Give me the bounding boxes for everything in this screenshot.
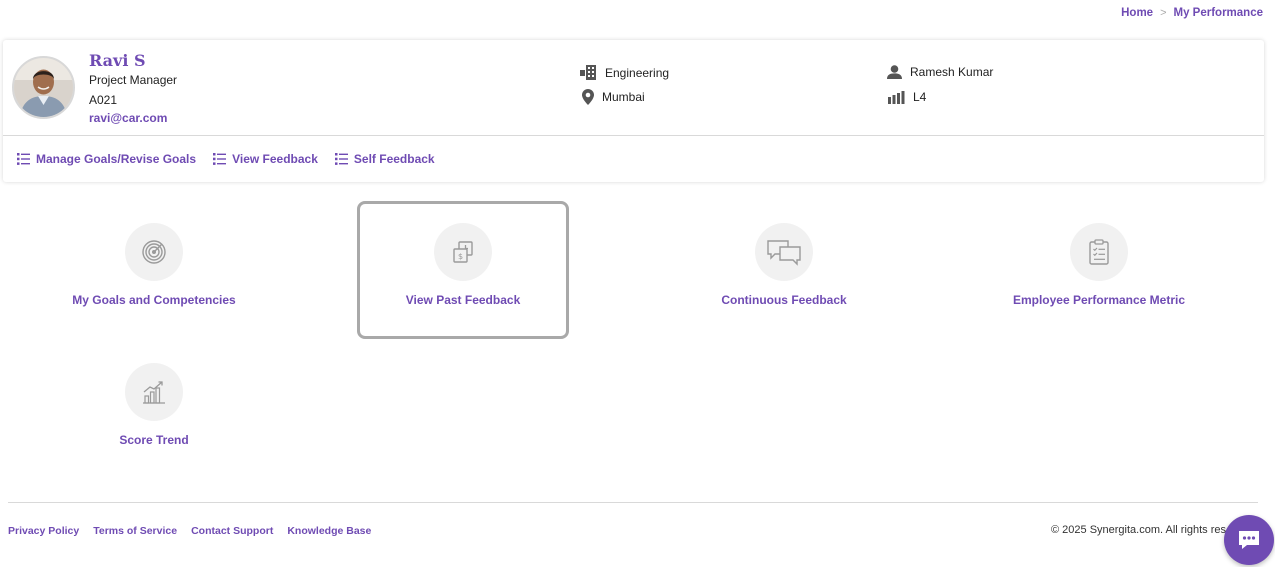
my-performance-page: Home > My Performance Ravi S Project Man… (0, 0, 1275, 567)
knowledge-base-link[interactable]: Knowledge Base (287, 525, 371, 537)
breadcrumb-separator: > (1160, 7, 1167, 19)
person-icon (887, 65, 902, 79)
svg-text:$: $ (458, 252, 463, 261)
tile-continuous-feedback[interactable]: Continuous Feedback (678, 201, 890, 339)
building-icon (580, 65, 596, 80)
employee-profile-card: Ravi S Project Manager A021 ravi@car.com… (3, 40, 1264, 182)
tile-score-trend[interactable]: Score Trend (48, 341, 260, 479)
tile-employee-performance-metric[interactable]: Employee Performance Metric (993, 201, 1205, 339)
target-icon (142, 240, 166, 264)
manage-goals-link[interactable]: Manage Goals/Revise Goals (17, 152, 196, 166)
privacy-policy-link[interactable]: Privacy Policy (8, 525, 79, 537)
chat-support-button[interactable] (1224, 515, 1274, 565)
employee-name: Ravi S (89, 51, 146, 70)
list-icon (17, 153, 30, 165)
manage-goals-label: Manage Goals/Revise Goals (36, 152, 197, 166)
profile-summary: Ravi S Project Manager A021 ravi@car.com… (3, 40, 1264, 136)
tile-label: My Goals and Competencies (72, 293, 236, 307)
level-text: L4 (913, 90, 927, 104)
signal-bars-icon (888, 90, 905, 104)
manager-info: Ramesh Kumar (887, 65, 993, 79)
department-info: Engineering (580, 65, 669, 80)
footer-links: Privacy Policy Terms of Service Contact … (8, 525, 371, 537)
tile-icon-circle (1070, 223, 1128, 281)
tile-view-past-feedback[interactable]: $ View Past Feedback (357, 201, 569, 339)
level-info: L4 (888, 90, 926, 104)
employee-email[interactable]: ravi@car.com (89, 111, 167, 125)
tile-icon-circle (125, 223, 183, 281)
tile-icon-circle: $ (434, 223, 492, 281)
tile-icon-circle (125, 363, 183, 421)
location-pin-icon (582, 89, 594, 105)
employee-id: A021 (89, 93, 118, 107)
location-info: Mumbai (582, 89, 645, 105)
breadcrumb-current[interactable]: My Performance (1174, 7, 1263, 19)
breadcrumb-home[interactable]: Home (1121, 7, 1153, 19)
view-feedback-label: View Feedback (232, 152, 318, 166)
contact-support-link[interactable]: Contact Support (191, 525, 273, 537)
tile-label: Score Trend (119, 433, 189, 447)
tile-my-goals-and-competencies[interactable]: My Goals and Competencies (48, 201, 260, 339)
chat-icon (1239, 531, 1259, 549)
location-text: Mumbai (602, 90, 645, 104)
trend-chart-icon (143, 381, 165, 404)
footer-divider (8, 502, 1258, 503)
self-feedback-label: Self Feedback (353, 152, 435, 166)
tile-icon-circle (755, 223, 813, 281)
manager-text: Ramesh Kumar (910, 65, 994, 79)
employee-role: Project Manager (89, 73, 178, 87)
tile-label: Employee Performance Metric (1012, 293, 1186, 307)
breadcrumb: Home > My Performance (1121, 7, 1263, 19)
list-icon (213, 153, 227, 165)
tile-label: Continuous Feedback (721, 293, 847, 307)
terms-of-service-link[interactable]: Terms of Service (93, 525, 177, 537)
chat-bubbles-icon (767, 240, 801, 266)
past-feedback-icon: $ (453, 241, 473, 263)
view-feedback-link[interactable]: View Feedback (213, 152, 318, 166)
avatar-photo-icon (14, 58, 73, 117)
tile-label: View Past Feedback (405, 293, 521, 307)
clipboard-icon (1089, 239, 1109, 265)
copyright-text: © 2025 Synergita.com. All rights reserve… (1051, 524, 1226, 536)
avatar (12, 56, 75, 119)
list-icon (334, 153, 348, 165)
department-text: Engineering (605, 65, 670, 80)
profile-action-links: Manage Goals/Revise Goals View Feedback … (3, 137, 1264, 181)
self-feedback-link[interactable]: Self Feedback (334, 152, 435, 166)
